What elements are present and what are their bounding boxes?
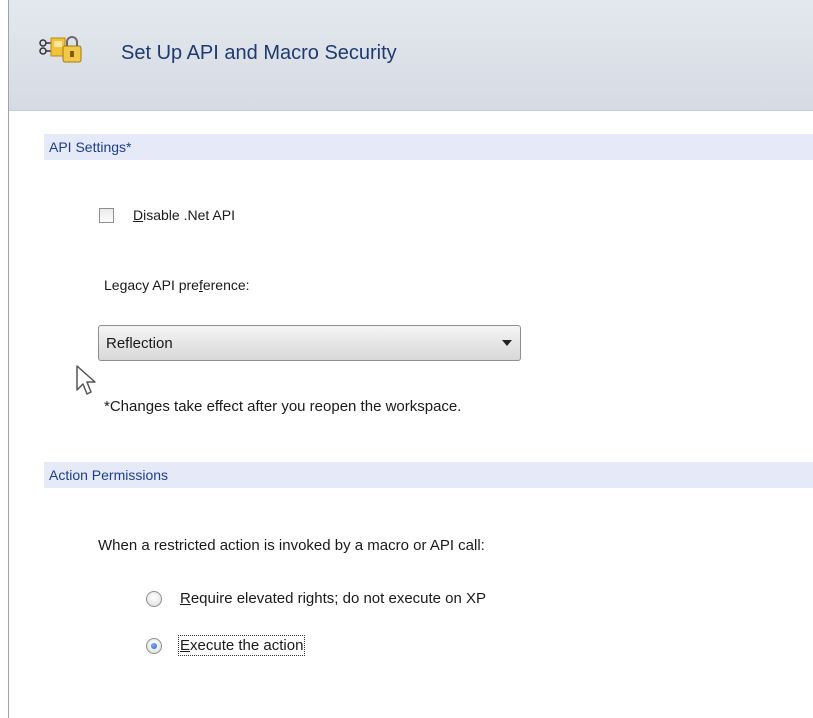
require-elevated-rights-label[interactable]: Require elevated rights; do not execute … [180, 590, 486, 607]
execute-the-action-text: xecute the action [190, 637, 304, 654]
execute-the-action-radio[interactable] [146, 638, 162, 654]
disable-net-api-label-text: isable .Net API [143, 207, 235, 223]
legacy-label-part-1: Legacy API pre [104, 277, 199, 293]
accelerator-e: E [180, 637, 191, 654]
page-title: Set Up API and Macro Security [121, 42, 397, 64]
disable-net-api-checkbox[interactable] [99, 208, 114, 223]
action-permissions-section-header: Action Permissions [44, 462, 813, 488]
execute-the-action-label[interactable]: Execute the action [177, 635, 306, 656]
accelerator-r: R [180, 590, 191, 607]
require-elevated-rights-text: equire elevated rights; do not execute o… [190, 590, 487, 607]
dropdown-selected-value: Reflection [106, 335, 173, 352]
security-settings-icon [39, 36, 82, 63]
legacy-label-part-2: erence: [202, 277, 250, 293]
disable-net-api-label[interactable]: Disable .Net API [133, 207, 235, 223]
legacy-api-preference-label: Legacy API preference: [104, 277, 250, 293]
api-settings-section-header: API Settings* [44, 134, 813, 160]
api-settings-title: API Settings* [49, 139, 132, 155]
action-permissions-title: Action Permissions [49, 467, 169, 483]
page-header: Set Up API and Macro Security [9, 0, 813, 111]
mouse-cursor-icon [76, 365, 96, 395]
accelerator-d: D [133, 207, 144, 223]
radio-selected-dot [151, 643, 157, 649]
legacy-api-preference-dropdown[interactable]: Reflection [98, 325, 521, 361]
require-elevated-rights-radio[interactable] [146, 591, 162, 607]
chevron-down-icon[interactable] [502, 340, 512, 346]
restricted-action-prompt: When a restricted action is invoked by a… [98, 537, 485, 554]
restart-note: *Changes take effect after you reopen th… [104, 398, 462, 415]
